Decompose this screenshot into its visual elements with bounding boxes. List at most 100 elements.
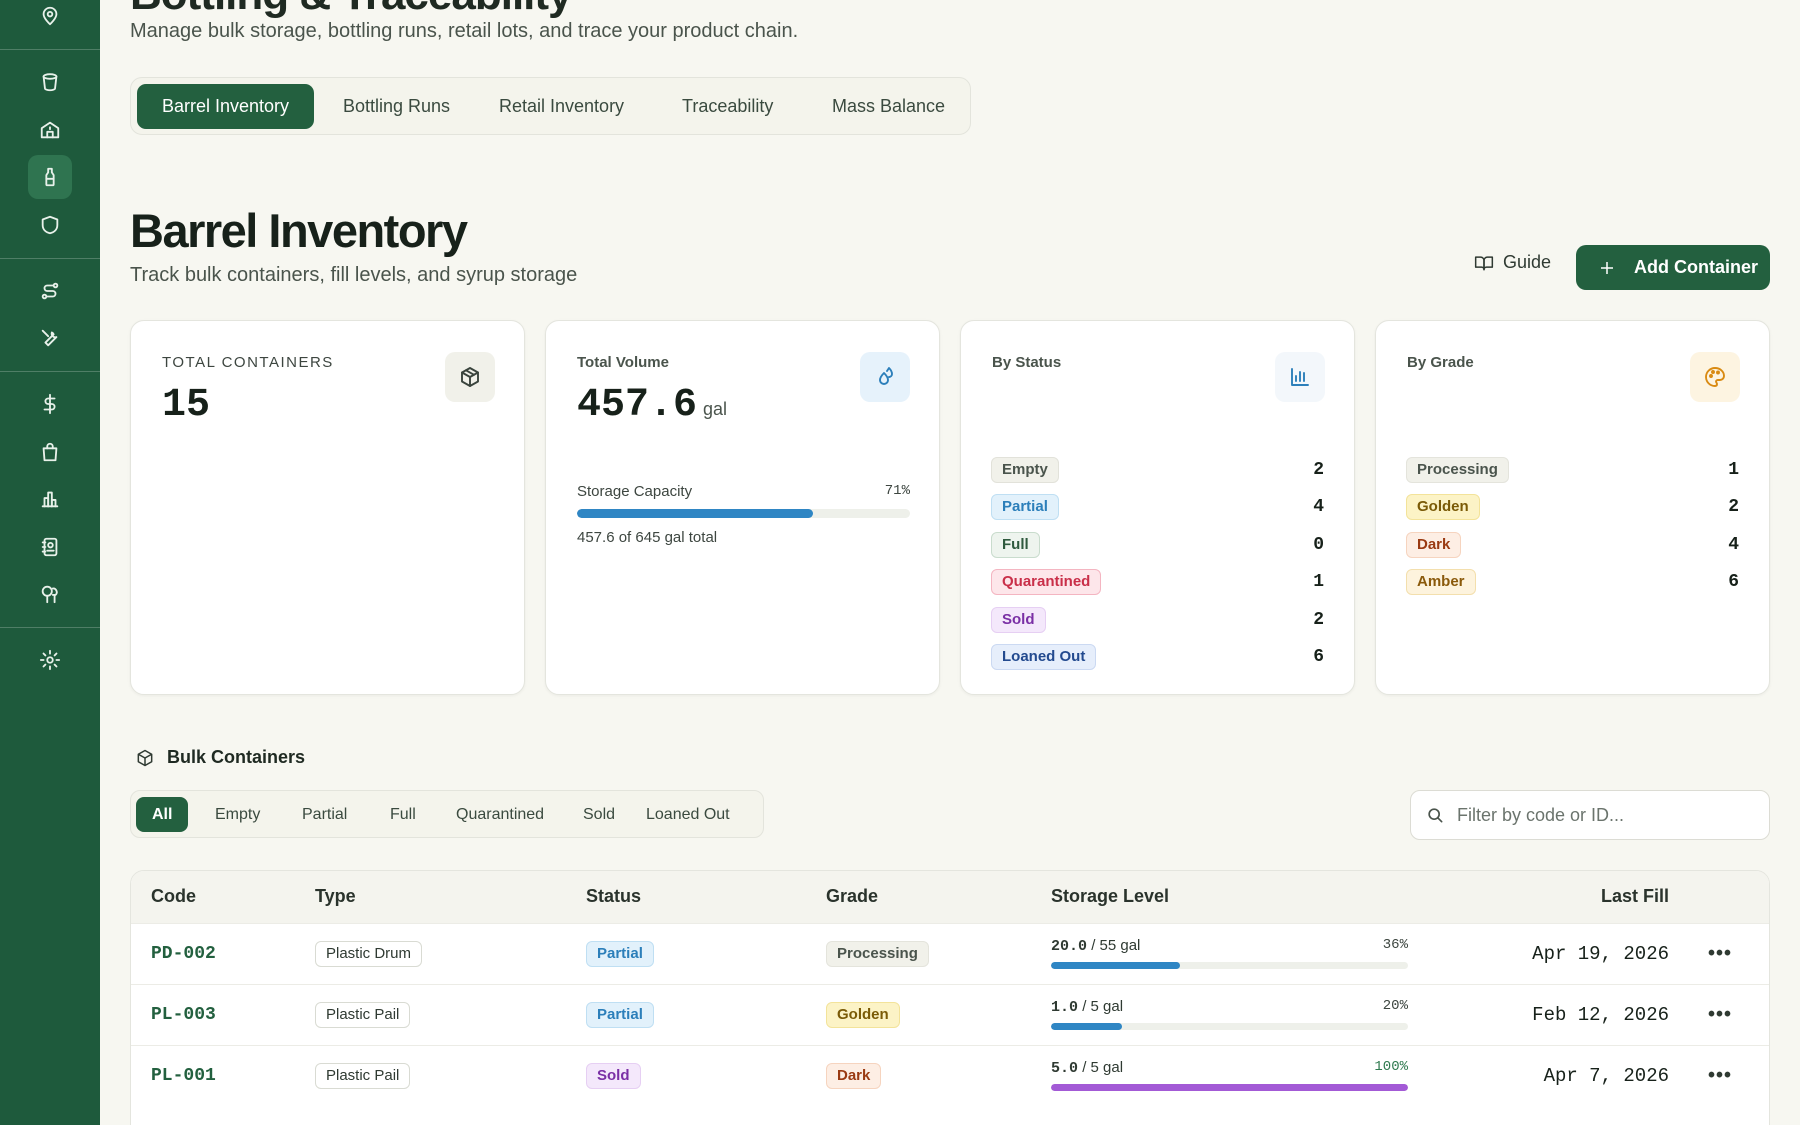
table-row[interactable]: PL-001 Plastic Pail Sold Dark 5.0 / 5 gal 100… <box>131 1045 1769 1106</box>
table-row[interactable]: PD-002 Plastic Drum Partial Processing 20.0 … <box>131 923 1769 984</box>
type-badge: Plastic Drum <box>315 941 423 967</box>
bottle-icon[interactable] <box>28 155 72 199</box>
by_grade-row: Amber 6 <box>1406 564 1739 602</box>
stat-count: 6 <box>1728 572 1739 593</box>
status-badge: Amber <box>1406 569 1476 596</box>
sidebar-divider <box>0 627 100 628</box>
stat-count: 1 <box>1728 459 1739 480</box>
last-fill-date: Apr 7, 2026 <box>1543 1065 1669 1087</box>
stat-count: 4 <box>1313 497 1324 518</box>
stat-count: 2 <box>1313 459 1324 480</box>
tab-traceability[interactable]: Traceability <box>657 84 798 129</box>
filter-quarantined[interactable]: Quarantined <box>440 797 560 832</box>
tab-bottling-runs[interactable]: Bottling Runs <box>318 84 475 129</box>
storage-level-fill <box>1051 962 1180 969</box>
by_status-row: Sold 2 <box>991 601 1324 639</box>
column-header-last-fill[interactable]: Last Fill <box>1601 886 1669 907</box>
storage-capacity-value: / 5 gal <box>1082 998 1124 1015</box>
filter-partial[interactable]: Partial <box>286 797 363 832</box>
storage-level-percent: 20% <box>1382 998 1408 1014</box>
tab-mass-balance[interactable]: Mass Balance <box>807 84 970 129</box>
status-list: Empty 2 Partial 4 Full 0 Quarantined 1 Sold 2 Loan… <box>991 451 1324 676</box>
status-badge: Partial <box>586 941 654 967</box>
total-containers-value: 15 <box>162 383 211 428</box>
status-filter-group: All Empty Partial Full Quarantined Sold … <box>130 790 764 838</box>
column-header-status[interactable]: Status <box>586 886 641 907</box>
column-header-code[interactable]: Code <box>151 886 196 907</box>
package-icon <box>137 749 153 766</box>
type-badge: Plastic Pail <box>315 1063 411 1089</box>
filter-loaned-out[interactable]: Loaned Out <box>630 797 746 832</box>
container-code[interactable]: PL-001 <box>151 1066 216 1086</box>
column-header-grade[interactable]: Grade <box>826 886 878 907</box>
by_status-row: Full 0 <box>991 526 1324 564</box>
shopping-bag-icon[interactable] <box>28 430 72 474</box>
guide-button[interactable]: Guide <box>1474 252 1551 273</box>
more-actions-icon[interactable]: ••• <box>1708 1065 1732 1088</box>
dollar-icon[interactable] <box>28 382 72 426</box>
total-volume-card: Total Volume 457.6 gal Storage Capacity 7… <box>545 320 940 695</box>
search-input[interactable] <box>1457 804 1757 826</box>
column-header-storage-level[interactable]: Storage Level <box>1051 886 1169 907</box>
bar-chart-icon[interactable] <box>28 477 72 521</box>
grade-badge: Dark <box>826 1063 882 1089</box>
total-volume-display: 457.6 gal <box>577 383 727 428</box>
stat-count: 2 <box>1313 609 1324 630</box>
filter-full[interactable]: Full <box>374 797 432 832</box>
contacts-icon[interactable] <box>28 525 72 569</box>
search-box <box>1410 790 1770 840</box>
storage-capacity-label: Storage Capacity <box>577 483 693 500</box>
tab-barrel-inventory[interactable]: Barrel Inventory <box>137 84 315 129</box>
storage-level-value: 5.0 <box>1051 1060 1079 1077</box>
filter-empty[interactable]: Empty <box>199 797 276 832</box>
stat-count: 1 <box>1313 572 1324 593</box>
sidebar-divider <box>0 49 100 50</box>
by-status-card: By Status Empty 2 Partial 4 Full 0 Quarantined… <box>960 320 1355 695</box>
more-actions-icon[interactable]: ••• <box>1708 1004 1732 1027</box>
container-code[interactable]: PD-002 <box>151 944 216 964</box>
table-row[interactable]: PL-003 Plastic Pail Partial Golden 1.0 / 5 g… <box>131 984 1769 1045</box>
status-badge: Partial <box>991 494 1059 521</box>
storage-capacity-note: 457.6 of 645 gal total <box>577 529 718 546</box>
app-subtitle: Manage bulk storage, bottling runs, reta… <box>130 20 799 42</box>
route-icon[interactable] <box>28 269 72 313</box>
storage-capacity-value: / 55 gal <box>1091 937 1141 954</box>
status-badge: Sold <box>991 606 1046 633</box>
book-open-icon <box>1474 255 1494 270</box>
droplets-icon <box>860 352 910 402</box>
filter-sold[interactable]: Sold <box>567 797 631 832</box>
storage-level-bar <box>1051 1084 1408 1091</box>
bar-chart-icon <box>1275 352 1325 402</box>
total-volume-value: 457.6 <box>577 383 698 428</box>
trees-icon[interactable] <box>28 572 72 616</box>
status-badge: Golden <box>1406 494 1480 521</box>
tools-icon[interactable] <box>28 316 72 360</box>
grade-badge: Golden <box>826 1002 900 1028</box>
bucket-icon[interactable] <box>28 60 72 104</box>
grade-badge: Processing <box>826 941 929 967</box>
more-actions-icon[interactable]: ••• <box>1708 943 1732 966</box>
by_status-row: Quarantined 1 <box>991 564 1324 602</box>
status-badge: Quarantined <box>991 569 1102 596</box>
by_grade-row: Processing 1 <box>1406 451 1739 489</box>
sugarhouse-icon[interactable] <box>28 108 72 152</box>
table-header: Code Type Status Grade Storage Level Las… <box>131 871 1769 923</box>
storage-level-percent: 100% <box>1374 1059 1408 1075</box>
map-pin-icon[interactable] <box>28 0 72 38</box>
storage-level-fill <box>1051 1023 1123 1030</box>
last-fill-date: Feb 12, 2026 <box>1532 1004 1669 1026</box>
storage-level-text: 1.0 / 5 gal <box>1051 998 1123 1016</box>
tab-retail-inventory[interactable]: Retail Inventory <box>474 84 649 129</box>
add-container-button[interactable]: Add Container <box>1576 245 1770 290</box>
storage-level-fill <box>1051 1084 1408 1091</box>
by_grade-row: Dark 4 <box>1406 526 1739 564</box>
filter-all[interactable]: All <box>136 797 189 832</box>
shield-icon[interactable] <box>28 203 72 247</box>
guide-label: Guide <box>1503 252 1552 272</box>
column-header-type[interactable]: Type <box>315 886 356 907</box>
container-code[interactable]: PL-003 <box>151 1005 216 1025</box>
storage-level-text: 20.0 / 55 gal <box>1051 937 1140 955</box>
gear-icon[interactable] <box>28 638 72 682</box>
section-title: Bulk Containers <box>135 747 305 768</box>
storage-capacity-value: / 5 gal <box>1082 1059 1124 1076</box>
